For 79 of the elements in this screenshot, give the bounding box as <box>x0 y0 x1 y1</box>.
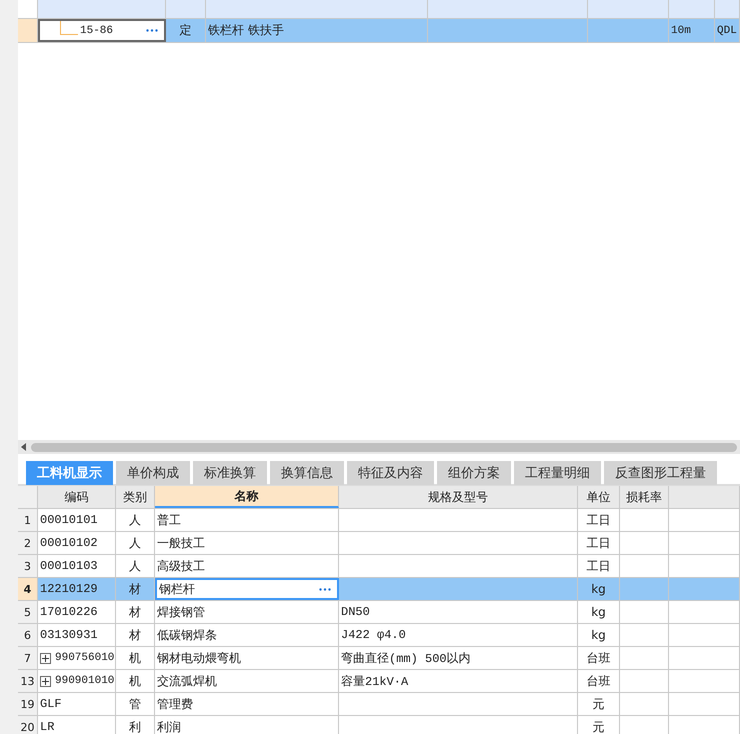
table-cell: GLF <box>38 693 116 715</box>
table-cell: 工日 <box>578 509 620 531</box>
tab[interactable]: 组价方案 <box>437 461 511 485</box>
tab[interactable]: 特征及内容 <box>347 461 434 485</box>
tab[interactable]: 单价构成 <box>116 461 190 485</box>
row-number: 4 <box>18 578 38 600</box>
table-cell: LR <box>38 716 116 734</box>
expand-icon[interactable] <box>40 676 51 686</box>
row-number: 19 <box>18 693 38 715</box>
table-cell: 管 <box>116 693 155 715</box>
table-cell: 管理费 <box>155 693 339 715</box>
table-cell: 00010101 <box>38 509 116 531</box>
table-cell: 材 <box>116 601 155 623</box>
row-number: 3 <box>18 555 38 577</box>
tree-line-icon <box>60 21 78 35</box>
table-cell: 17010226 <box>38 601 116 623</box>
column-header[interactable]: 编码 <box>38 486 116 508</box>
table-cell: 机 <box>116 670 155 692</box>
table-cell: 990756010 <box>55 652 114 664</box>
table-cell: DN50 <box>339 601 578 623</box>
more-icon[interactable] <box>319 588 331 590</box>
cell-text: 钢栏杆 <box>159 580 195 598</box>
table-cell: 元 <box>578 716 620 734</box>
code-text: 15-86 <box>80 24 114 36</box>
table-cell: 工日 <box>578 532 620 554</box>
table-cell: 普工 <box>155 509 339 531</box>
row-number: 5 <box>18 601 38 623</box>
row-number: 2 <box>18 532 38 554</box>
table-cell: 材 <box>116 624 155 646</box>
table-cell: kg <box>578 624 620 646</box>
row-number: 13 <box>18 670 38 692</box>
column-header[interactable]: 名称 <box>155 486 339 508</box>
tab[interactable]: 反查图形工程量 <box>604 461 717 485</box>
table-cell: 人 <box>116 555 155 577</box>
horizontal-scrollbar[interactable] <box>18 440 740 454</box>
table-cell: 利 <box>116 716 155 734</box>
table-cell: 03130931 <box>38 624 116 646</box>
table-cell: 交流弧焊机 <box>155 670 339 692</box>
table-cell: QDL <box>715 19 740 42</box>
table-cell: 台班 <box>578 670 620 692</box>
table-cell: 台班 <box>578 647 620 669</box>
table-cell: kg <box>578 578 620 600</box>
table-cell: 10m <box>669 19 715 42</box>
row-number: 1 <box>18 509 38 531</box>
input-field[interactable]: 钢栏杆 <box>155 578 339 600</box>
table-cell: 高级技工 <box>155 555 339 577</box>
scroll-left-icon[interactable] <box>21 443 26 451</box>
table-cell: 工日 <box>578 555 620 577</box>
tab[interactable]: 工程量明细 <box>514 461 601 485</box>
table-cell: 利润 <box>155 716 339 734</box>
table-cell: J422 φ4.0 <box>339 624 578 646</box>
cell-editor[interactable]: 15-86 <box>38 19 166 42</box>
table-cell: 人 <box>116 532 155 554</box>
table-cell: 定 <box>166 19 206 42</box>
row-number: 7 <box>18 647 38 669</box>
table-cell: kg <box>578 601 620 623</box>
table-cell: 焊接钢管 <box>155 601 339 623</box>
table-cell: 一般技工 <box>155 532 339 554</box>
column-header[interactable]: 单位 <box>578 486 620 508</box>
table-cell: 990901010 <box>55 675 114 687</box>
table-cell: 00010102 <box>38 532 116 554</box>
table-cell: 12210129 <box>38 578 116 600</box>
row-number: 20 <box>18 716 38 734</box>
column-header[interactable]: 规格及型号 <box>339 486 578 508</box>
table-cell: 机 <box>116 647 155 669</box>
column-header[interactable]: 损耗率 <box>620 486 669 508</box>
table-cell: 弯曲直径(mm) 500以内 <box>339 647 578 669</box>
tab[interactable]: 换算信息 <box>270 461 344 485</box>
table-cell: 铁栏杆 铁扶手 <box>206 19 428 42</box>
more-icon[interactable] <box>146 29 158 32</box>
table-cell: 人 <box>116 509 155 531</box>
table-cell: 钢材电动煨弯机 <box>155 647 339 669</box>
row-number: 6 <box>18 624 38 646</box>
tab[interactable]: 标准换算 <box>193 461 267 485</box>
table-cell: 低碳钢焊条 <box>155 624 339 646</box>
table-cell: 00010103 <box>38 555 116 577</box>
table-cell: 元 <box>578 693 620 715</box>
expand-icon[interactable] <box>40 652 51 664</box>
table-cell: 容量21kV·A <box>339 670 578 692</box>
